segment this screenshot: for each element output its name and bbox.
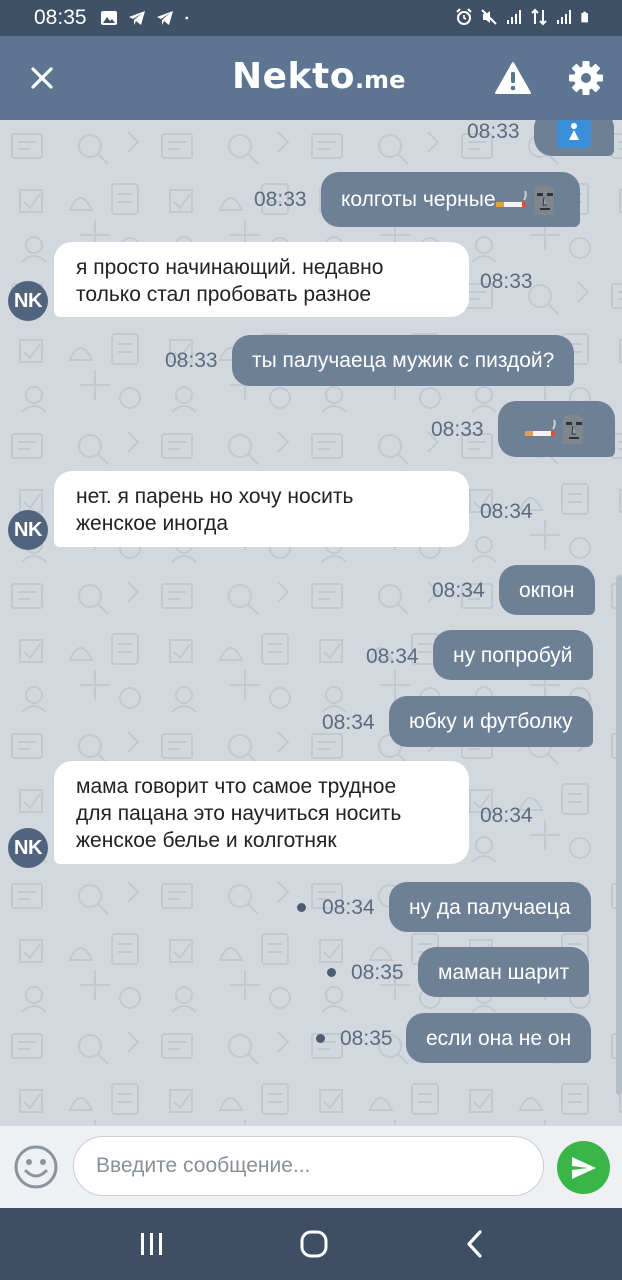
app-header: Nekto.me: [0, 36, 622, 120]
message-bubble[interactable]: мама говорит что самое трудное для пацан…: [54, 761, 469, 864]
message-text: если она не он: [426, 1026, 572, 1050]
alarm-icon: [456, 8, 472, 25]
smile-icon[interactable]: [13, 1144, 59, 1190]
message-time: 08:34: [322, 711, 375, 734]
message-time: 08:33: [431, 418, 484, 441]
message-text-line: нет. я парень но хочу носить: [76, 485, 354, 508]
message-bubble[interactable]: маман шарит: [418, 947, 590, 997]
message-input[interactable]: [73, 1136, 544, 1196]
avatar[interactable]: NK: [8, 281, 48, 321]
message-text: ну попробуй: [453, 643, 573, 667]
message-time: 08:33: [254, 188, 307, 211]
message-bubble[interactable]: [498, 401, 615, 457]
message-time: 08:33: [165, 349, 218, 372]
signal-icon: [557, 10, 571, 24]
message-time: 08:34: [432, 579, 485, 602]
message-input-bar: [0, 1125, 622, 1208]
cigarette-moai-icon: [495, 184, 554, 215]
recent-apps-icon[interactable]: [134, 1226, 170, 1262]
telegram-icon: [129, 11, 145, 25]
gear-icon[interactable]: [566, 58, 606, 98]
message-bubble[interactable]: ну да палучаеца: [389, 882, 591, 932]
message-text: колготы черные: [341, 188, 496, 211]
chat-area[interactable]: 08:33 08:33 колготы черные NK я просто н…: [0, 120, 622, 1125]
data-icon: [531, 8, 547, 26]
warning-icon[interactable]: [494, 60, 532, 96]
send-icon: [572, 1157, 596, 1179]
message-time: 08:35: [340, 1027, 393, 1050]
message-text: юбку и футболку: [409, 710, 573, 733]
image-icon: [101, 11, 117, 25]
status-time: 08:35: [34, 6, 87, 29]
message-text-line: только стал пробовать разное: [76, 283, 372, 306]
message-text-line: для пацана это научиться носить: [76, 802, 402, 825]
unread-dot: [297, 903, 306, 912]
message-text: ты палучаеца мужик с пиздой?: [252, 349, 555, 372]
message-text-line: женское иногда: [76, 512, 229, 535]
logo-main: Nekto: [232, 56, 355, 97]
unread-dot: [327, 968, 336, 977]
message-text-line: мама говорит что самое трудное: [76, 775, 397, 798]
app-logo: Nekto.me: [232, 56, 405, 97]
message-time: 08:33: [467, 120, 520, 143]
message-bubble[interactable]: [534, 120, 614, 156]
back-icon[interactable]: [458, 1226, 494, 1262]
battery-icon: [581, 11, 588, 23]
message-time: 08:35: [351, 961, 404, 984]
message-text: окпон: [519, 578, 575, 602]
message-bubble[interactable]: я просто начинающий. недавно только стал…: [54, 242, 469, 317]
avatar[interactable]: NK: [8, 510, 48, 550]
message-bubble[interactable]: окпон: [499, 565, 595, 615]
message-bubble[interactable]: юбку и футболку: [389, 696, 593, 747]
message-text-line: женское белье и колготняк: [76, 829, 337, 852]
message-time: 08:33: [480, 270, 533, 293]
close-icon[interactable]: [22, 58, 62, 98]
cigarette-moai-icon: [524, 414, 583, 444]
message-bubble[interactable]: колготы черные: [321, 172, 580, 227]
message-bubble[interactable]: нет. я парень но хочу носить женское ино…: [54, 471, 469, 547]
logo-sub: .me: [354, 66, 406, 94]
avatar[interactable]: NK: [8, 828, 48, 868]
message-bubble[interactable]: если она не он: [406, 1013, 592, 1063]
dot-icon: [185, 16, 189, 20]
message-text: маман шарит: [438, 960, 570, 984]
scrollbar[interactable]: [616, 575, 622, 1095]
message-bubble[interactable]: ты палучаеца мужик с пиздой?: [232, 335, 575, 386]
message-time: 08:34: [480, 500, 533, 523]
telegram-icon: [157, 11, 173, 25]
signal-icon: [507, 10, 521, 24]
message-text: ну да палучаеца: [409, 895, 571, 919]
message-bubble[interactable]: ну попробуй: [433, 630, 593, 680]
restroom-icon: [557, 120, 591, 148]
message-text-line: я просто начинающий. недавно: [76, 256, 384, 279]
home-icon[interactable]: [296, 1226, 332, 1262]
mute-icon: [481, 9, 497, 25]
message-time: 08:34: [322, 896, 375, 919]
message-time: 08:34: [480, 804, 533, 827]
send-button[interactable]: [557, 1141, 610, 1194]
unread-dot: [316, 1034, 325, 1043]
message-time: 08:34: [366, 645, 419, 668]
system-nav-bar: [0, 1208, 622, 1280]
status-bar: 08:35: [0, 0, 622, 36]
